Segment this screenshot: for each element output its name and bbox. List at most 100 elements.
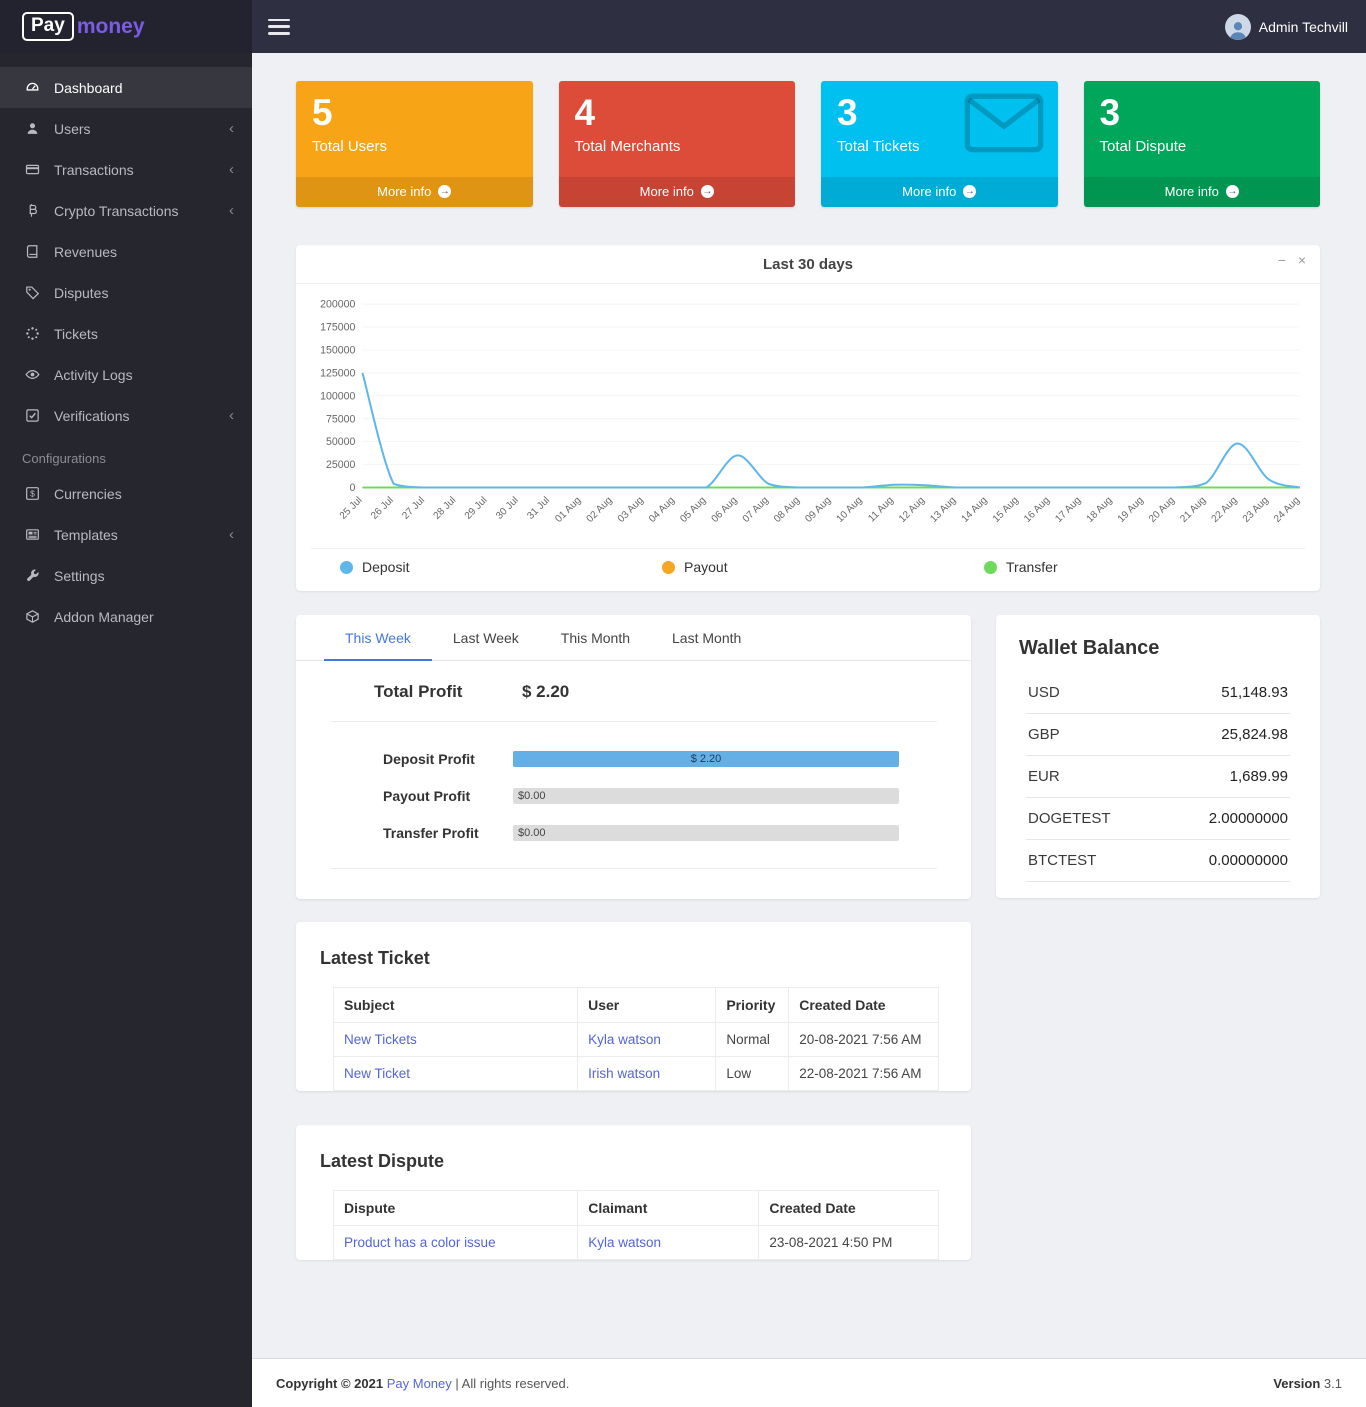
- close-icon[interactable]: ×: [1298, 253, 1306, 267]
- copyright-text: Copyright © 2021: [276, 1376, 384, 1391]
- pay-money-link[interactable]: Pay Money: [387, 1376, 452, 1391]
- top-navbar: Admin Techvill: [252, 0, 1366, 53]
- brand-logo[interactable]: Pay money: [0, 0, 252, 53]
- tab-this-month[interactable]: This Month: [540, 615, 651, 661]
- bar-value: $ 2.20: [690, 753, 722, 766]
- svg-text:30 Jul: 30 Jul: [494, 495, 521, 522]
- tab-last-month[interactable]: Last Month: [651, 615, 762, 661]
- sidebar-item-verifications[interactable]: Verifications ‹: [0, 395, 252, 436]
- more-info-link[interactable]: More info →: [558, 177, 795, 207]
- more-info-link[interactable]: More info →: [821, 177, 1058, 207]
- sidebar-item-users[interactable]: Users ‹: [0, 108, 252, 149]
- more-info-label: More info: [377, 184, 432, 199]
- svg-text:11 Aug: 11 Aug: [866, 495, 895, 524]
- svg-text:18 Aug: 18 Aug: [1085, 495, 1115, 525]
- bar-label: Payout Profit: [383, 788, 471, 805]
- sidebar-item-crypto-transactions[interactable]: Crypto Transactions ‹: [0, 190, 252, 231]
- ticket-user-link[interactable]: Irish watson: [588, 1066, 660, 1081]
- admin-user-menu[interactable]: Admin Techvill: [1224, 13, 1348, 40]
- svg-text:27 Jul: 27 Jul: [400, 495, 427, 522]
- latest-ticket-title: Latest Ticket: [320, 948, 430, 969]
- more-info-label: More info: [902, 184, 957, 199]
- legend-item-transfer: Transfer: [984, 559, 1306, 575]
- ticket-subject-link[interactable]: New Ticket: [344, 1066, 410, 1081]
- tab-last-week[interactable]: Last Week: [432, 615, 540, 661]
- sidebar-item-revenues[interactable]: Revenues: [0, 231, 252, 272]
- ticket-user-link[interactable]: Kyla watson: [588, 1032, 661, 1047]
- dispute-created-date: 23-08-2021 4:50 PM: [758, 1225, 939, 1261]
- sidebar-item-label: Disputes: [54, 284, 109, 301]
- deposit-profit-row: Deposit Profit $ 2.20: [383, 751, 899, 768]
- sidebar-item-settings[interactable]: Settings: [0, 555, 252, 596]
- sidebar-item-label: Transactions: [54, 161, 134, 178]
- sidebar-item-disputes[interactable]: Disputes: [0, 272, 252, 313]
- user-icon: [22, 121, 42, 136]
- arrow-circle-right-icon: →: [700, 185, 714, 198]
- svg-text:125000: 125000: [320, 367, 355, 379]
- stat-label: Total Merchants: [574, 137, 681, 155]
- wallet-rows: USD 51,148.93 GBP 25,824.98 EUR 1,689.99: [996, 672, 1320, 898]
- svg-text:08 Aug: 08 Aug: [772, 495, 802, 525]
- hamburger-menu-icon[interactable]: [268, 18, 290, 35]
- more-info-link[interactable]: More info →: [296, 177, 533, 207]
- svg-text:13 Aug: 13 Aug: [928, 495, 958, 525]
- sidebar-item-label: Users: [54, 120, 91, 137]
- newspaper-icon: [22, 527, 42, 542]
- currency-amount: 51,148.93: [1221, 684, 1288, 702]
- table-row: New Ticket Irish watson Low 22-08-2021 7…: [332, 1056, 939, 1092]
- svg-text:28 Jul: 28 Jul: [432, 495, 459, 522]
- claimant-link[interactable]: Kyla watson: [588, 1235, 661, 1250]
- svg-text:16 Aug: 16 Aug: [1022, 495, 1052, 525]
- ticket-priority: Low: [715, 1056, 790, 1092]
- svg-text:02 Aug: 02 Aug: [585, 495, 615, 525]
- sidebar-item-dashboard[interactable]: Dashboard: [0, 67, 252, 108]
- version-number: 3.1: [1323, 1376, 1342, 1391]
- wallet-row-gbp: GBP 25,824.98: [1026, 714, 1290, 757]
- chart-body: 0 25000 50000 75000 100000 125000 150000 175000…: [296, 284, 1320, 591]
- svg-text:175000: 175000: [320, 322, 355, 334]
- sidebar-item-label: Verifications: [54, 407, 130, 424]
- collapse-icon[interactable]: −: [1278, 253, 1286, 267]
- sidebar-item-label: Dashboard: [54, 79, 123, 96]
- svg-text:150000: 150000: [320, 344, 355, 356]
- svg-text:12 Aug: 12 Aug: [897, 495, 927, 525]
- svg-text:17 Aug: 17 Aug: [1053, 495, 1083, 525]
- sidebar-item-templates[interactable]: Templates ‹: [0, 514, 252, 555]
- sidebar-item-label: Templates: [54, 526, 118, 543]
- chart-legend: Deposit Payout Transfer: [310, 548, 1306, 591]
- tab-this-week[interactable]: This Week: [324, 615, 432, 662]
- svg-text:25000: 25000: [326, 459, 356, 471]
- bar-value: $0.00: [518, 827, 546, 840]
- sidebar-item-activity-logs[interactable]: Activity Logs: [0, 354, 252, 395]
- spinner-dots-icon: [22, 326, 42, 341]
- legend-label: Deposit: [362, 559, 410, 576]
- check-square-icon: [22, 408, 42, 423]
- stat-value: 4: [574, 92, 596, 133]
- ticket-created-date: 20-08-2021 7:56 AM: [788, 1022, 939, 1058]
- wallet-row-dogetest: DOGETEST 2.00000000: [1026, 798, 1290, 841]
- currency-icon: $: [22, 486, 42, 501]
- svg-text:23 Aug: 23 Aug: [1241, 495, 1271, 525]
- more-info-link[interactable]: More info →: [1083, 177, 1320, 207]
- currency-code: DOGETEST: [1028, 810, 1111, 828]
- ticket-subject-link[interactable]: New Tickets: [344, 1032, 417, 1047]
- sidebar-item-transactions[interactable]: Transactions ‹: [0, 149, 252, 190]
- currency-amount: 2.00000000: [1208, 810, 1288, 828]
- dispute-link[interactable]: Product has a color issue: [344, 1235, 496, 1250]
- table-row: Product has a color issue Kyla watson 23…: [332, 1225, 939, 1261]
- legend-label: Transfer: [1006, 559, 1058, 576]
- total-profit-label: Total Profit: [374, 682, 463, 702]
- sidebar-section-configurations: Configurations: [22, 451, 106, 466]
- latest-dispute-card: Latest Dispute Dispute Claimant Created …: [296, 1125, 971, 1261]
- payout-dot-icon: [662, 560, 675, 574]
- sidebar-item-currencies[interactable]: $ Currencies: [0, 473, 252, 514]
- profit-bars: Deposit Profit $ 2.20 Payout Profit $0.0…: [296, 722, 971, 842]
- sidebar-item-addon-manager[interactable]: Addon Manager: [0, 596, 252, 637]
- wallet-row-eur: EUR 1,689.99: [1026, 756, 1290, 799]
- stat-card-total-tickets: 3 Total Tickets More info →: [821, 81, 1058, 207]
- svg-text:29 Jul: 29 Jul: [463, 495, 490, 522]
- progress-track: $ 2.20: [513, 751, 899, 768]
- wrench-icon: [22, 568, 42, 583]
- sidebar-item-tickets[interactable]: Tickets: [0, 313, 252, 354]
- currency-code: GBP: [1028, 726, 1060, 744]
